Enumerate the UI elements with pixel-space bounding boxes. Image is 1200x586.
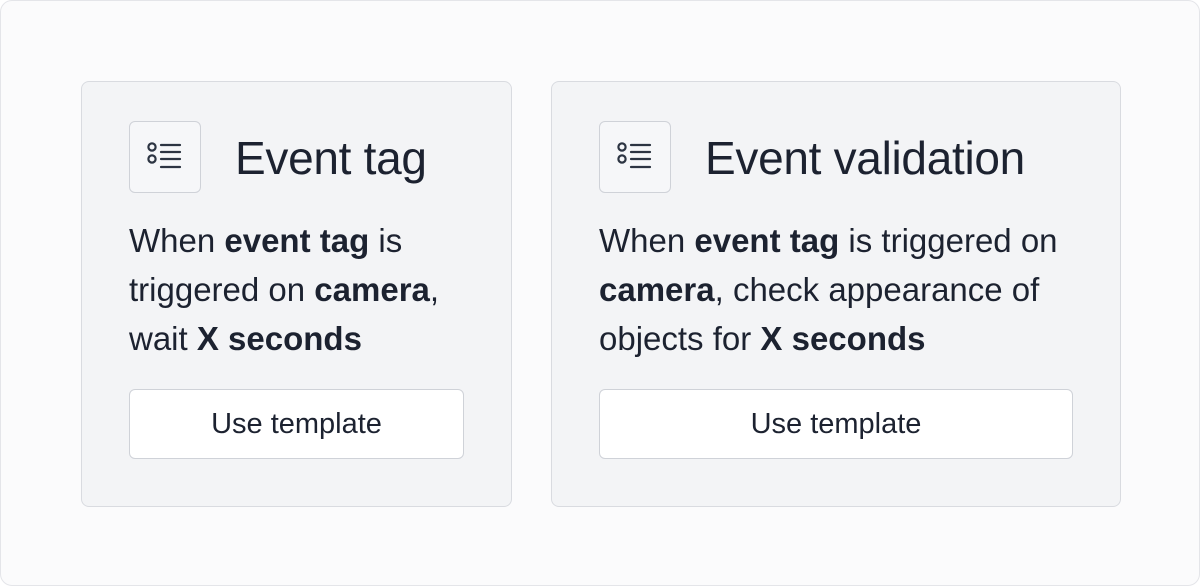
card-description: When event tag is triggered on camera, w…	[129, 216, 489, 363]
description-text: When	[599, 222, 695, 259]
description-keyword: event tag	[224, 222, 370, 259]
template-card-event-tag: Event tag When event tag is triggered on…	[81, 81, 512, 507]
card-title: Event tag	[235, 132, 427, 184]
card-description: When event tag is triggered on camera, c…	[599, 216, 1099, 363]
description-text: is triggered on	[839, 222, 1058, 259]
list-icon	[599, 121, 671, 193]
description-keyword: event tag	[694, 222, 840, 259]
description-keyword: X seconds	[196, 320, 362, 357]
description-text: When	[129, 222, 225, 259]
card-title: Event validation	[705, 132, 1025, 184]
use-template-button[interactable]: Use template	[599, 389, 1073, 459]
description-keyword: X seconds	[760, 320, 926, 357]
description-keyword: camera	[314, 271, 430, 308]
list-icon	[129, 121, 201, 193]
page-frame: Event tag When event tag is triggered on…	[0, 0, 1200, 586]
use-template-button[interactable]: Use template	[129, 389, 464, 459]
description-keyword: camera	[599, 271, 715, 308]
template-card-event-validation: Event validation When event tag is trigg…	[551, 81, 1121, 507]
